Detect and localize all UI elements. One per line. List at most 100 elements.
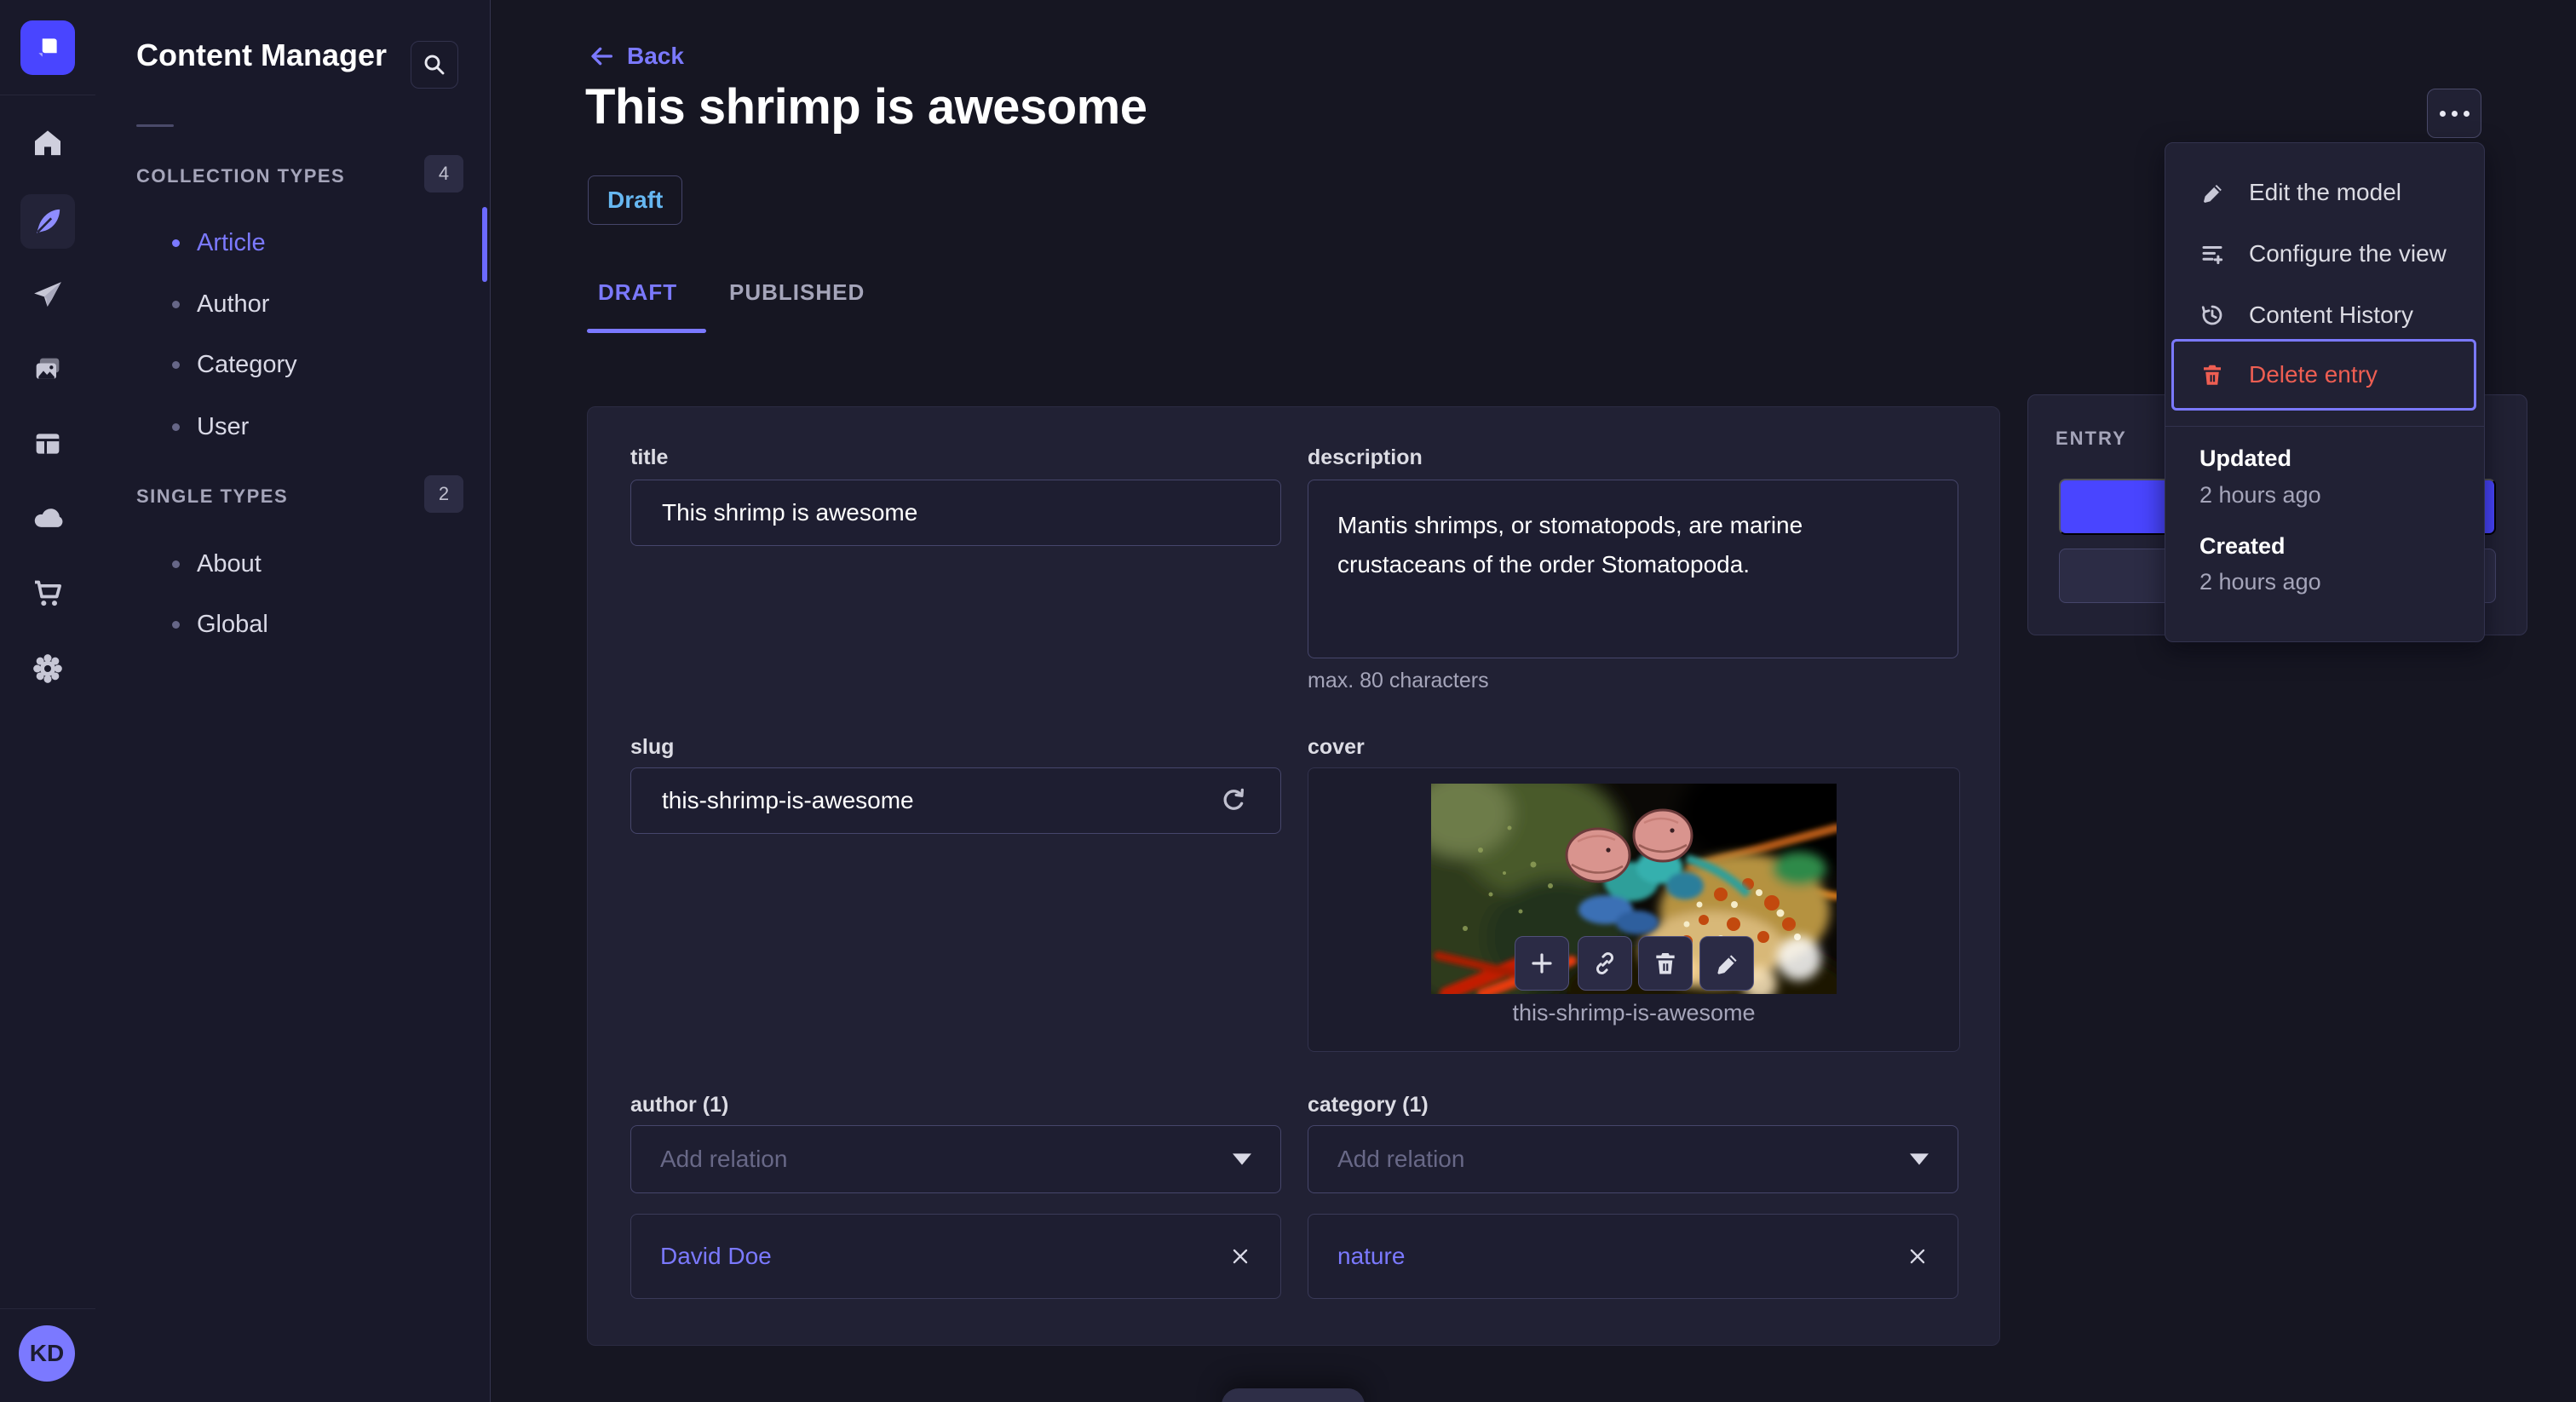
cover-field-box: this-shrimp-is-awesome [1308, 767, 1960, 1052]
relation-link[interactable]: David Doe [660, 1243, 772, 1270]
subnav-item-user[interactable]: User [136, 407, 460, 446]
title-input[interactable] [630, 480, 1281, 546]
chevron-down-icon [1233, 1153, 1251, 1165]
created-value: 2 hours ago [2199, 569, 2321, 595]
title-label: title [630, 445, 669, 469]
subnav-item-category[interactable]: Category [136, 345, 460, 384]
chevron-down-icon [1910, 1153, 1929, 1165]
cover-edit-button[interactable] [1699, 936, 1754, 991]
bullet-icon [172, 560, 180, 568]
subnav-item-global[interactable]: Global [136, 605, 460, 644]
section-single-types: SINGLE TYPES [136, 486, 289, 507]
tab-published[interactable]: PUBLISHED [729, 279, 865, 306]
app-root: KD Content Manager COLLECTION TYPES 4 Ar… [0, 0, 2576, 1402]
slug-label: slug [630, 735, 675, 759]
page-title: This shrimp is awesome [585, 79, 1147, 135]
strapi-logo-icon [38, 38, 57, 57]
trash-icon [2204, 365, 2221, 385]
remove-relation-icon[interactable] [1229, 1245, 1251, 1267]
refresh-icon [1223, 788, 1244, 810]
entry-options-menu: Edit the model Configure the view Conten… [2165, 142, 2485, 642]
content-manager-subnav: Content Manager COLLECTION TYPES 4 Artic… [95, 0, 491, 1402]
link-icon [1596, 952, 1613, 974]
feather-icon [37, 209, 60, 233]
list-plus-icon [2202, 246, 2223, 265]
subnav-item-label: Article [197, 228, 266, 256]
description-textarea[interactable]: Mantis shrimps, or stomatopods, are mari… [1308, 480, 1958, 658]
cover-delete-button[interactable] [1638, 936, 1693, 991]
menu-item-configure-view[interactable]: Configure the view [2165, 228, 2484, 279]
slug-input[interactable] [630, 767, 1281, 834]
status-badge: Draft [588, 175, 683, 225]
sidebar-item-home[interactable] [20, 116, 75, 170]
subnav-item-article[interactable]: Article [136, 223, 460, 262]
pencil-icon [2204, 185, 2222, 203]
sidebar-item-content-manager[interactable] [20, 194, 75, 249]
sidebar-item-settings[interactable] [20, 641, 75, 696]
updated-value: 2 hours ago [2199, 482, 2321, 508]
pencil-icon [1717, 955, 1737, 974]
remove-relation-icon[interactable] [1906, 1245, 1929, 1267]
menu-item-label: Delete entry [2249, 361, 2378, 388]
cloud-icon [34, 509, 63, 527]
sidebar-item-media-library[interactable] [20, 342, 75, 397]
main-nav-rail: KD [0, 0, 96, 1402]
cover-copy-link-button[interactable] [1578, 936, 1632, 991]
back-link[interactable]: Back [588, 43, 684, 70]
bullet-icon [172, 422, 180, 431]
single-types-count-badge: 2 [424, 475, 463, 513]
cover-label: cover [1308, 735, 1365, 759]
collection-types-count-badge: 4 [424, 155, 463, 192]
back-label: Back [627, 43, 684, 69]
entry-panel-title: ENTRY [2056, 428, 2127, 449]
cover-add-button[interactable] [1515, 936, 1569, 991]
subnav-scrollbar-thumb[interactable] [482, 207, 487, 282]
cart-icon [35, 580, 61, 606]
category-relation-combobox[interactable]: Add relation [1308, 1125, 1958, 1193]
bullet-icon [172, 620, 180, 629]
user-avatar[interactable]: KD [19, 1325, 75, 1382]
entry-form-card: title description Mantis shrimps, or sto… [587, 406, 2000, 1346]
media-icon [36, 358, 60, 379]
author-relation-item: David Doe [630, 1214, 1281, 1299]
category-relation-item: nature [1308, 1214, 1958, 1299]
menu-item-edit-model[interactable]: Edit the model [2165, 167, 2484, 218]
cover-caption: this-shrimp-is-awesome [1512, 1000, 1756, 1026]
slug-regenerate-button[interactable] [1218, 785, 1249, 820]
floating-widget-partial[interactable] [1222, 1388, 1365, 1402]
subnav-item-about[interactable]: About [136, 544, 460, 583]
created-label: Created [2199, 533, 2286, 559]
dots-icon [2439, 110, 2446, 117]
menu-item-delete-entry[interactable]: Delete entry [2171, 339, 2476, 411]
subnav-item-label: Category [197, 350, 297, 378]
author-relation-combobox[interactable]: Add relation [630, 1125, 1281, 1193]
combobox-placeholder: Add relation [660, 1146, 788, 1172]
history-icon [2201, 305, 2222, 325]
arrow-left-icon [591, 47, 612, 66]
author-label: author (1) [630, 1093, 729, 1117]
subnav-item-label: Global [197, 610, 268, 638]
search-button[interactable] [411, 41, 458, 89]
subnav-divider [136, 124, 174, 127]
subnav-item-label: About [197, 549, 262, 577]
more-options-button[interactable] [2427, 89, 2481, 138]
bullet-icon [172, 360, 180, 369]
subnav-item-author[interactable]: Author [136, 284, 460, 324]
section-collection-types: COLLECTION TYPES [136, 165, 346, 187]
subnav-item-label: Author [197, 290, 270, 318]
gear-icon [33, 654, 62, 683]
relation-link[interactable]: nature [1337, 1243, 1405, 1270]
tab-draft[interactable]: DRAFT [598, 279, 677, 306]
menu-item-label: Edit the model [2249, 179, 2401, 205]
sidebar-item-deploy[interactable] [20, 491, 75, 545]
menu-item-label: Configure the view [2249, 240, 2447, 267]
strapi-logo[interactable] [20, 20, 75, 75]
sidebar-item-releases[interactable] [20, 268, 75, 323]
send-icon [34, 282, 61, 307]
nav-divider-bottom [0, 1308, 95, 1309]
updated-label: Updated [2199, 445, 2291, 471]
subnav-title: Content Manager [136, 37, 388, 72]
sidebar-item-marketplace[interactable] [20, 566, 75, 620]
menu-item-content-history[interactable]: Content History [2165, 290, 2484, 341]
sidebar-item-content-type-builder[interactable] [20, 417, 75, 471]
